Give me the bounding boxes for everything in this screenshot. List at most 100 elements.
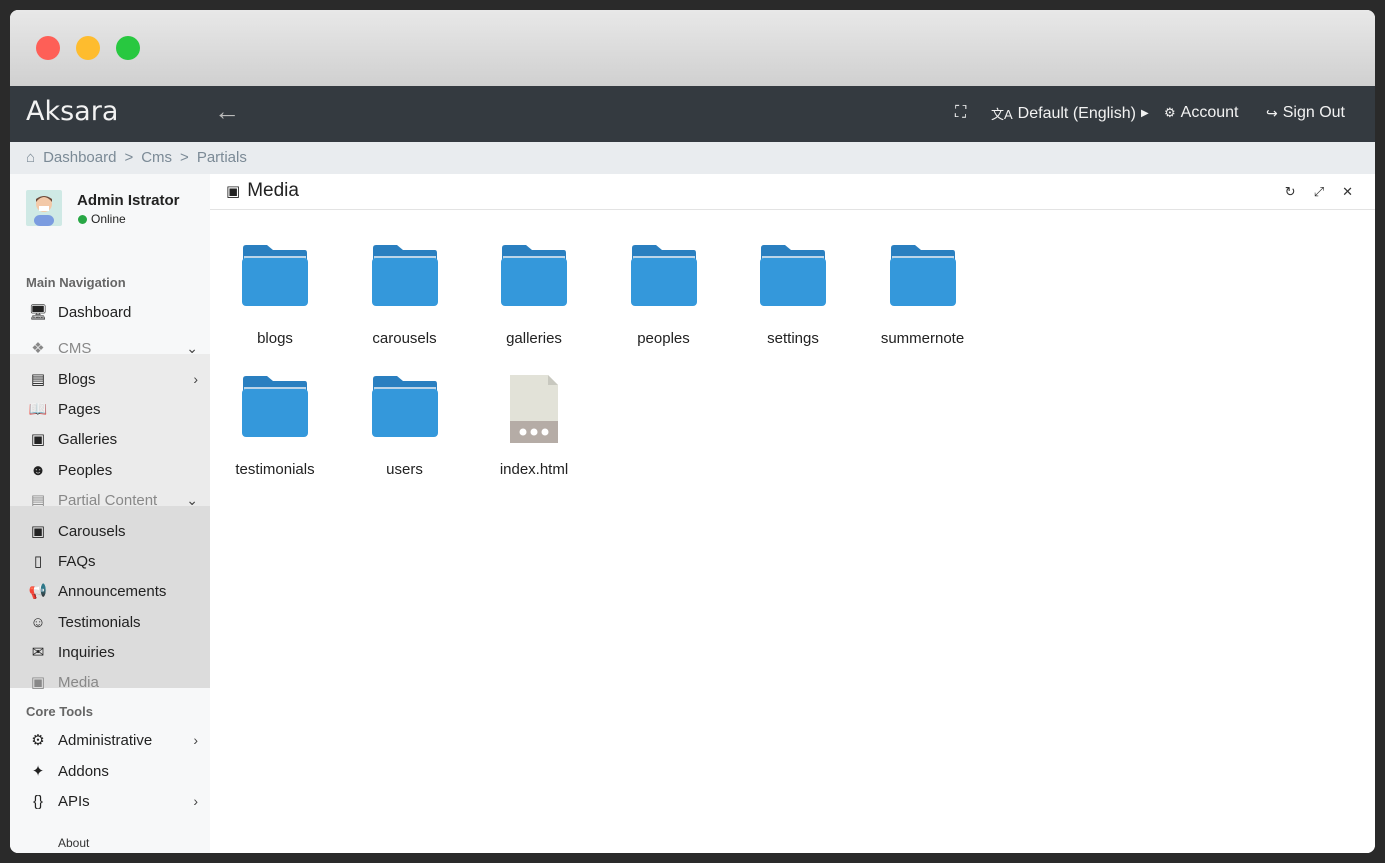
breadcrumb-dashboard[interactable]: Dashboard [43, 149, 116, 167]
label: Peoples [58, 461, 113, 479]
language-dropdown[interactable]: 文A Default (English) ▶ [991, 104, 1149, 123]
breadcrumb-partials[interactable]: Partials [197, 149, 247, 167]
book-icon: 📖 [28, 401, 48, 418]
sidebar-item-media[interactable]: ▣ Media [10, 667, 210, 697]
main-content: ▣ Media ↻ ⤢ ✕ blogs carousels galleries peop… [210, 174, 1375, 853]
folder-image-icon: ▣ [30, 674, 46, 691]
sign-out-label: Sign Out [1282, 104, 1345, 121]
folder-item[interactable]: testimonials [220, 375, 330, 478]
about-link[interactable]: About [58, 836, 89, 850]
newspaper-icon: ▤ [30, 371, 46, 388]
sidebar-item-testimonials[interactable]: ☺ Testimonials [10, 607, 210, 637]
sidebar-item-announcements[interactable]: 📢 Announcements [10, 576, 210, 606]
folder-item[interactable]: carousels [350, 244, 460, 347]
status-label: Online [91, 212, 126, 226]
label: Media [58, 673, 99, 691]
home-icon: ⌂ [26, 149, 36, 166]
file-question-icon: ▯ [33, 553, 43, 570]
sign-out-link[interactable]: ↪ Sign Out [1266, 104, 1345, 122]
comment-icon: ✉ [31, 644, 45, 661]
sidebar-item-dashboard[interactable]: 🖥 Dashboard [10, 297, 210, 327]
folder-icon [501, 245, 567, 306]
folder-item[interactable]: summernote [868, 244, 978, 347]
users-icon: ☻ [30, 461, 46, 479]
label: Inquiries [58, 643, 115, 661]
sidebar-item-peoples[interactable]: ☻ Peoples [10, 455, 210, 485]
folder-icon [889, 245, 956, 306]
folder-icon [630, 245, 697, 306]
file-name: peoples [637, 330, 690, 347]
file-name: summernote [880, 330, 965, 347]
expand-icon[interactable]: ⤢ [1314, 184, 1324, 200]
language-label: Default (English) [1017, 104, 1136, 122]
breadcrumb-separator: > [180, 149, 189, 166]
folder-icon [242, 245, 308, 306]
close-icon[interactable]: ✕ [1342, 184, 1353, 200]
label: Administrative [58, 731, 153, 749]
account-label: Account [1180, 104, 1239, 121]
sidebar-item-addons[interactable]: ✦ Addons [10, 756, 210, 786]
folder-icon [760, 245, 826, 306]
folder-icon [371, 245, 438, 306]
label: Galleries [58, 430, 118, 448]
chevron-right-icon: › [193, 371, 198, 387]
sidebar-item-blogs[interactable]: ▤ Blogs › [10, 364, 210, 394]
html-file-icon [510, 375, 558, 443]
gears-icon: ⚙ [1164, 105, 1176, 120]
refresh-icon[interactable]: ↻ [1285, 184, 1296, 200]
chevron-right-icon: › [193, 732, 198, 748]
user-status: Online [78, 212, 126, 226]
braces-icon: {} [32, 792, 44, 810]
sidebar-item-galleries[interactable]: ▣ Galleries [10, 424, 210, 454]
label: Carousels [58, 522, 126, 540]
account-link[interactable]: ⚙ Account [1164, 104, 1238, 122]
panel-tools: ↻ ⤢ ✕ [1285, 184, 1353, 200]
divider [210, 209, 1375, 210]
sidebar-item-inquiries[interactable]: ✉ Inquiries [10, 637, 210, 667]
chevron-right-icon: › [193, 793, 198, 809]
sidebar-item-apis[interactable]: {} APIs › [10, 786, 210, 816]
minimize-window-button[interactable] [76, 36, 100, 60]
sidebar: Admin Istrator Online Main Navigation 🖥 D… [10, 174, 210, 853]
translate-icon: 文A [991, 107, 1013, 122]
browser-window: Aksara ← ⛶ 文A Default (English) ▶ ⚙ Account… [10, 10, 1375, 853]
user-name: Admin Istrator [77, 192, 180, 209]
puzzle-icon: ✦ [31, 763, 45, 780]
fullscreen-button[interactable]: ⛶ [955, 104, 966, 122]
folder-item[interactable]: users [350, 375, 460, 478]
bullhorn-icon: 📢 [28, 583, 48, 600]
close-window-button[interactable] [36, 36, 60, 60]
folder-item[interactable]: blogs [220, 244, 330, 347]
file-name: index.html [499, 461, 569, 478]
images-icon: ▣ [30, 431, 46, 448]
label: Testimonials [58, 613, 141, 631]
sidebar-item-administrative[interactable]: ⚙ Administrative › [10, 725, 210, 755]
brand-logo[interactable]: Aksara [26, 96, 118, 127]
file-name: galleries [506, 330, 562, 347]
sidebar-toggle-arrow-icon[interactable]: ← [214, 96, 240, 127]
label: Addons [58, 762, 109, 780]
sidebar-item-faqs[interactable]: ▯ FAQs [10, 546, 210, 576]
sidebar-item-carousels[interactable]: ▣ Carousels [10, 516, 210, 546]
fullscreen-icon: ⛶ [955, 104, 967, 121]
folder-item[interactable]: galleries [479, 244, 589, 347]
online-dot-icon [78, 214, 87, 224]
sidebar-item-pages[interactable]: 📖 Pages [10, 394, 210, 424]
maximize-window-button[interactable] [116, 36, 140, 60]
caret-right-icon: ▶ [1140, 108, 1149, 119]
breadcrumb-cms[interactable]: Cms [141, 149, 172, 167]
label: Announcements [58, 582, 167, 600]
file-name: testimonials [235, 461, 315, 478]
folder-item[interactable]: settings [738, 244, 848, 347]
page-title-text: Media [247, 180, 299, 201]
sign-out-icon: ↪ [1266, 104, 1278, 121]
folder-icon [371, 376, 438, 437]
file-item[interactable]: index.html [479, 375, 589, 478]
avatar [26, 190, 62, 226]
folder-item[interactable]: peoples [609, 244, 719, 347]
label: Blogs [58, 370, 96, 388]
navbar: Aksara ← ⛶ 文A Default (English) ▶ ⚙ Account… [10, 86, 1375, 142]
images-icon: ▣ [30, 523, 46, 540]
file-name: settings [767, 330, 819, 347]
page-title: ▣ Media [226, 180, 299, 202]
